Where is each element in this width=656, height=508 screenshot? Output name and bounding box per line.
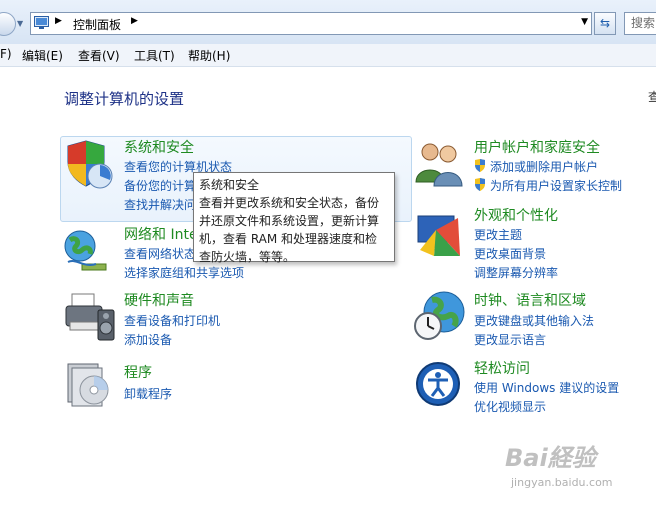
menu-help[interactable]: 帮助(H) <box>188 47 230 64</box>
link-uninstall-program[interactable]: 卸载程序 <box>124 385 172 402</box>
tooltip-body: 查看并更改系统和安全状态，备份并还原文件和系统设置，更新计算机，查看 RAM 和… <box>199 196 380 264</box>
refresh-icon: ⇆ <box>599 16 611 30</box>
clock-globe-icon <box>414 291 465 340</box>
forward-button[interactable] <box>0 12 16 36</box>
watermark-logo: Bai経验 <box>505 444 596 472</box>
uac-shield-icon <box>475 178 485 191</box>
link-devices-printers[interactable]: 查看设备和打印机 <box>124 312 220 329</box>
search-input[interactable]: 搜索 <box>624 12 656 35</box>
breadcrumb-arrow[interactable]: ▶ <box>131 16 138 26</box>
breadcrumb-root-arrow[interactable]: ▶ <box>55 16 62 26</box>
address-dropdown-icon[interactable]: ▼ <box>581 17 588 27</box>
category-user-accounts[interactable]: 用户帐户和家庭安全 <box>474 137 600 157</box>
users-icon <box>415 143 463 187</box>
menu-file[interactable]: F) <box>0 47 12 61</box>
category-programs[interactable]: 程序 <box>124 362 152 382</box>
category-system-security[interactable]: 系统和安全 <box>124 137 194 157</box>
category-appearance[interactable]: 外观和个性化 <box>474 205 558 225</box>
link-display-language[interactable]: 更改显示语言 <box>474 331 546 348</box>
menu-tools[interactable]: 工具(T) <box>134 47 175 64</box>
category-ease-of-access[interactable]: 轻松访问 <box>474 358 530 378</box>
control-panel-icon <box>34 16 49 29</box>
printer-speaker-icon <box>65 293 115 341</box>
recent-pages-dropdown[interactable]: ▼ <box>17 19 23 28</box>
link-change-theme[interactable]: 更改主题 <box>474 226 522 243</box>
programs-disc-icon <box>67 363 109 407</box>
category-tooltip: 系统和安全 查看并更改系统和安全状态，备份并还原文件和系统设置，更新计算机，查看… <box>193 172 395 264</box>
breadcrumb-control-panel[interactable]: 控制面板 <box>73 16 121 33</box>
link-recommended-settings[interactable]: 使用 Windows 建议的设置 <box>474 379 619 396</box>
link-homegroup-sharing[interactable]: 选择家庭组和共享选项 <box>124 264 244 281</box>
link-optimize-display[interactable]: 优化视频显示 <box>474 398 546 415</box>
page-title: 调整计算机的设置 <box>64 90 185 108</box>
link-add-remove-users[interactable]: 添加或删除用户帐户 <box>490 158 598 175</box>
link-screen-resolution[interactable]: 调整屏幕分辨率 <box>474 264 558 281</box>
menu-view[interactable]: 查看(V) <box>78 47 120 64</box>
tooltip-title: 系统和安全 <box>199 178 260 192</box>
menu-edit[interactable]: 编辑(E) <box>22 47 63 64</box>
appearance-palette-icon <box>417 215 460 256</box>
network-globe-icon <box>64 230 107 271</box>
uac-shield-icon <box>475 159 485 172</box>
watermark-url: jingyan.baidu.com <box>511 476 613 489</box>
refresh-button[interactable]: ⇆ <box>594 12 616 35</box>
address-box[interactable]: ▶ 控制面板 ▶ ▼ <box>30 12 592 35</box>
shield-computer-icon <box>67 140 113 189</box>
link-change-background[interactable]: 更改桌面背景 <box>474 245 546 262</box>
view-by-label[interactable]: 查 <box>648 88 656 105</box>
ease-of-access-icon <box>416 362 460 406</box>
category-hardware-sound[interactable]: 硬件和声音 <box>124 290 194 310</box>
address-toolbar: ▼ ▶ 控制面板 ▶ ▼ ⇆ 搜索 <box>0 0 656 45</box>
baidu-watermark: Bai経验 jingyan.baidu.com <box>505 438 635 498</box>
link-change-keyboard[interactable]: 更改键盘或其他输入法 <box>474 312 594 329</box>
menu-bar: F) 编辑(E) 查看(V) 工具(T) 帮助(H) <box>0 44 656 67</box>
link-add-device[interactable]: 添加设备 <box>124 331 172 348</box>
link-parental-controls[interactable]: 为所有用户设置家长控制 <box>490 177 622 194</box>
category-clock-language-region[interactable]: 时钟、语言和区域 <box>474 290 586 310</box>
